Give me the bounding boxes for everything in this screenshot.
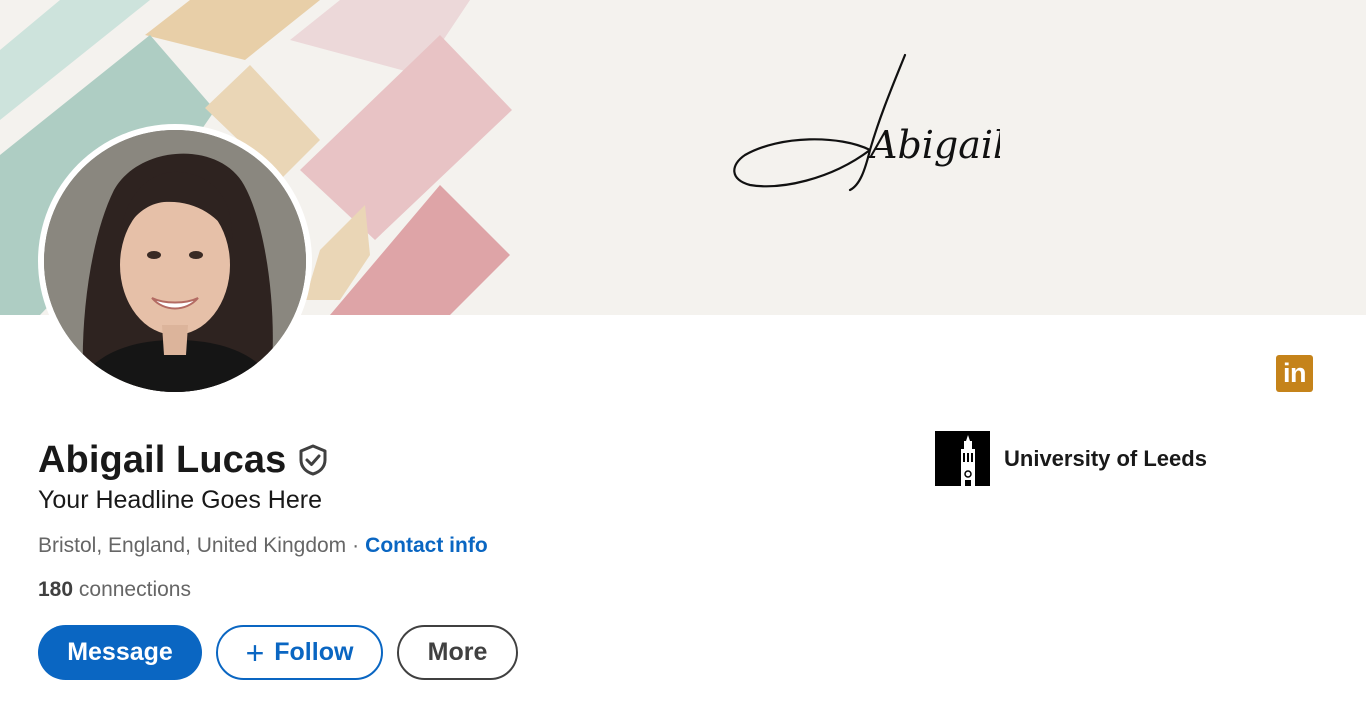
- profile-location: Bristol, England, United Kingdom: [38, 534, 347, 557]
- separator-dot: ·: [352, 534, 360, 557]
- profile-headline: Your Headline Goes Here: [38, 486, 322, 514]
- profile-photo[interactable]: [44, 130, 306, 392]
- more-button-label: More: [427, 638, 488, 666]
- follow-button[interactable]: + Follow: [216, 625, 383, 680]
- verified-shield-check-icon[interactable]: [296, 443, 330, 477]
- location-row: Bristol, England, United Kingdom · Contact…: [38, 534, 488, 558]
- contact-info-link[interactable]: Contact info: [365, 534, 487, 557]
- education-link[interactable]: University of Leeds: [935, 431, 1207, 486]
- follow-button-label: Follow: [274, 638, 354, 666]
- linkedin-icon-text: in: [1283, 358, 1307, 388]
- linkedin-icon[interactable]: in: [1276, 355, 1313, 392]
- message-button[interactable]: Message: [38, 625, 202, 680]
- avatar-illustration: [44, 130, 306, 392]
- connections-label: connections: [78, 578, 191, 601]
- message-button-label: Message: [67, 638, 173, 666]
- profile-photo-frame[interactable]: [38, 124, 312, 398]
- name-row: Abigail Lucas: [38, 436, 330, 484]
- connections-count: 180: [38, 578, 74, 601]
- signature-graphic: Abigail: [733, 53, 1000, 192]
- school-name: University of Leeds: [1004, 445, 1207, 471]
- more-button[interactable]: More: [397, 625, 518, 680]
- plus-icon: +: [245, 634, 265, 671]
- profile-actions: Message + Follow More: [38, 625, 518, 680]
- profile-name: Abigail Lucas: [38, 438, 287, 481]
- university-tower-icon: [935, 431, 990, 486]
- connections-row[interactable]: 180 connections: [38, 578, 191, 602]
- signature-text: Abigail: [867, 123, 1000, 167]
